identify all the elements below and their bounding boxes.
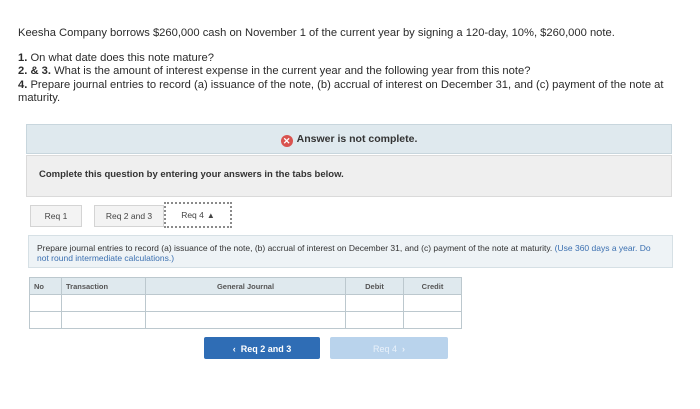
column-header-general-journal: General Journal [145, 277, 346, 295]
x-circle-icon: ✕ [280, 135, 293, 147]
cell-transaction[interactable] [61, 311, 146, 329]
cell-no[interactable] [29, 294, 62, 312]
tab-label: Req 1 [44, 211, 68, 221]
question-text: Prepare journal entries to record (a) is… [18, 78, 664, 105]
problem-intro: Keesha Company borrows $260,000 cash on … [18, 27, 615, 39]
table-row [29, 311, 462, 329]
question-number: 2. & 3. [18, 65, 51, 77]
instruction-panel: Complete this question by entering your … [26, 155, 672, 197]
problem-statement: Keesha Company borrows $260,000 cash on … [18, 27, 688, 106]
cell-credit[interactable] [403, 294, 462, 312]
column-header-debit: Debit [345, 277, 404, 295]
chevron-right-icon: › [402, 344, 406, 354]
cell-transaction[interactable] [61, 294, 146, 312]
table-header-row: No Transaction General Journal Debit Cre… [29, 277, 462, 295]
column-header-transaction: Transaction [61, 277, 146, 295]
tab-req-2-and-3[interactable]: Req 2 and 3 [94, 205, 164, 227]
question-item: 4. Prepare journal entries to record (a)… [18, 79, 688, 106]
panel-message: Complete this question by entering your … [39, 169, 344, 180]
prev-req-label: Req 2 and 3 [240, 344, 292, 354]
cell-no[interactable] [29, 311, 62, 329]
question-number: 1. [18, 51, 28, 64]
chevron-left-icon: ‹ [232, 344, 236, 354]
answer-status-banner: ✕ Answer is not complete. [26, 124, 672, 154]
answer-status-text: Answer is not complete. [296, 133, 418, 145]
cell-debit[interactable] [345, 294, 404, 312]
tab-req-1[interactable]: Req 1 [30, 205, 82, 227]
cell-general-journal[interactable] [145, 311, 346, 329]
req4-instructions: Prepare journal entries to record (a) is… [28, 235, 673, 268]
question-text: On what date does this note mature? [30, 51, 214, 64]
tab-label: Req 2 and 3 [105, 211, 153, 221]
question-item: 1. On what date does this note mature? [18, 52, 688, 66]
cursor-icon: ▲ [206, 211, 215, 220]
prev-req-button[interactable]: ‹ Req 2 and 3 [204, 337, 320, 359]
question-number: 4. [18, 78, 28, 91]
table-row [29, 294, 462, 312]
next-req-button[interactable]: Req 4 › [330, 337, 448, 359]
cell-credit[interactable] [403, 311, 462, 329]
column-header-credit: Credit [403, 277, 462, 295]
cell-debit[interactable] [345, 311, 404, 329]
question-text: What is the amount of interest expense i… [54, 65, 531, 77]
instructions-text: Prepare journal entries to record (a) is… [37, 243, 553, 253]
cell-general-journal[interactable] [145, 294, 346, 312]
question-list: 1. On what date does this note mature? 2… [18, 52, 688, 106]
tab-label: Req 4 [181, 210, 204, 220]
journal-table: No Transaction General Journal Debit Cre… [29, 277, 462, 329]
column-header-no: No [29, 277, 62, 295]
question-item: 2. & 3. What is the amount of interest e… [18, 65, 688, 79]
next-req-label: Req 4 [372, 344, 397, 354]
tab-req-4[interactable]: Req 4 ▲ [164, 202, 232, 228]
